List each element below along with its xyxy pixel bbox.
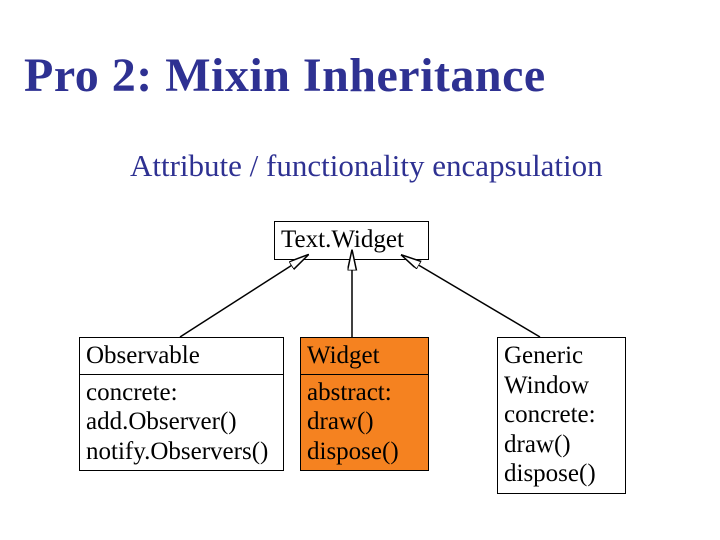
- method: dispose(): [307, 437, 422, 467]
- arrow-observable-to-textwidget: [180, 260, 300, 337]
- class-name: Observable: [86, 341, 277, 371]
- slide-subtitle: Attribute / functionality encapsulation: [130, 148, 603, 184]
- class-name: Text.Widget: [281, 225, 422, 255]
- class-line: Generic: [504, 341, 619, 371]
- class-box-widget: Widget abstract: draw() dispose(): [300, 337, 429, 471]
- class-box-generic-window: Generic Window concrete: draw() dispose(…: [497, 337, 626, 494]
- class-box-textwidget: Text.Widget: [274, 221, 429, 260]
- method: draw(): [307, 407, 422, 437]
- method: notify.Observers(): [86, 437, 277, 467]
- arrow-generic-to-textwidget: [410, 260, 540, 337]
- section-label: concrete:: [86, 378, 277, 408]
- method: add.Observer(): [86, 407, 277, 437]
- divider: [301, 374, 428, 375]
- class-name: Widget: [307, 341, 422, 371]
- method: dispose(): [504, 459, 619, 489]
- slide-title: Pro 2: Mixin Inheritance: [24, 48, 546, 103]
- section-label: abstract:: [307, 378, 422, 408]
- method: draw(): [504, 430, 619, 460]
- class-box-observable: Observable concrete: add.Observer() noti…: [79, 337, 284, 471]
- section-label: concrete:: [504, 400, 619, 430]
- divider: [80, 374, 283, 375]
- class-line: Window: [504, 371, 619, 401]
